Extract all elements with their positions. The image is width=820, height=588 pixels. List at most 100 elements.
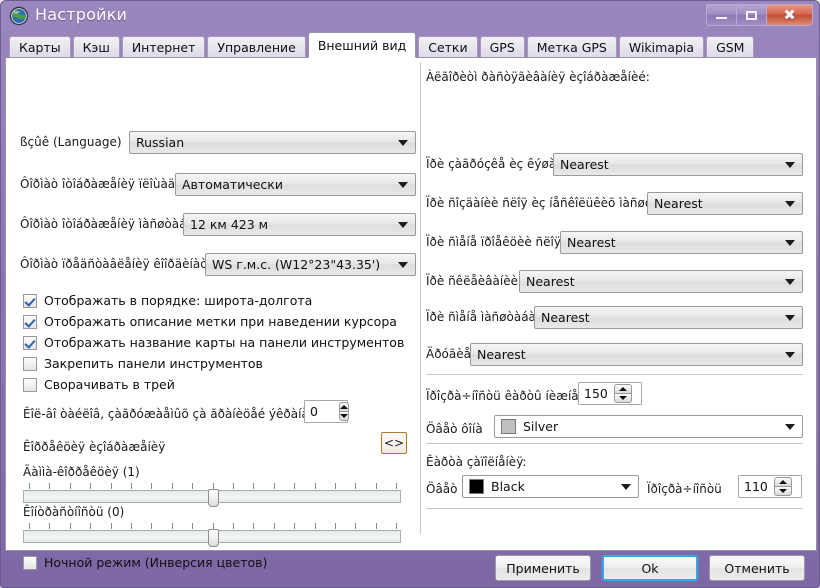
combo-value: Russian [136,135,185,150]
slider-thumb[interactable] [207,489,219,507]
transparency-up-button[interactable] [613,384,632,393]
chevron-down-icon [785,239,795,246]
checkbox-label: Отображать название карты на панели инст… [44,335,405,350]
stretch-combo-0[interactable]: Nearest [553,153,803,176]
tiles-preload-spinner[interactable]: 0 [304,400,349,423]
stretch-combo-2[interactable]: Nearest [560,231,803,254]
maximize-button[interactable] [737,5,767,25]
slider-0[interactable] [23,483,401,507]
triangle-down-icon [618,396,627,400]
combo-2[interactable]: 12 км 423 м [183,213,416,236]
tick-mark [29,523,30,529]
fill-color-label: Öâåò [426,482,458,496]
stretch-combo-5[interactable]: Nearest [470,343,803,366]
tab-label: Управление [217,40,296,55]
tick-mark [335,523,336,529]
tab-gps[interactable]: GPS [479,36,525,58]
checkbox-row-4[interactable]: Сворачивать в трей [23,377,175,392]
tab-сетки[interactable]: Сетки [418,36,478,58]
combo-3[interactable]: WS г.м.с. (W12°23"43.35') [205,253,416,276]
stretch-combo-1[interactable]: Nearest [647,192,803,215]
tab-label: Интернет [131,40,196,55]
chevron-down-icon [785,161,795,168]
tick-mark [131,483,132,489]
tick-mark [192,523,194,529]
stretch-combo-value: Nearest [526,274,575,289]
spinner-up-button[interactable] [339,402,349,411]
stretch-label-2: Ïðè ñìåíå ïðîåêöèè ñëîÿ [426,235,561,249]
chevron-down-icon [398,221,408,228]
cancel-button[interactable]: Отменить [709,555,805,581]
separator-2 [426,443,803,444]
checkbox-row-1[interactable]: Отображать описание метки при наведении … [23,314,397,329]
checkbox-2[interactable] [23,335,37,350]
tab-gsm[interactable]: GSM [706,36,755,58]
fill-alpha-spinner-buttons [773,477,792,496]
tab-интернет[interactable]: Интернет [121,36,206,58]
fill-color-combo[interactable]: Black [462,475,639,498]
fill-alpha-down-button[interactable] [773,486,792,496]
transparency-down-button[interactable] [613,393,632,403]
tab-метка-gps[interactable]: Метка GPS [526,36,617,58]
maximize-icon [746,10,757,20]
minimize-button[interactable] [707,5,737,25]
tick-mark [90,483,92,489]
tick-mark [49,483,51,489]
slider-track[interactable] [23,489,401,507]
background-color-combo[interactable]: Silver [494,415,803,438]
stretch-combo-3[interactable]: Nearest [519,270,803,293]
tick-mark [69,523,71,529]
stretch-combo-4[interactable]: Nearest [534,306,803,329]
combo-1[interactable]: Автоматически [175,173,416,196]
background-color-label: Öâåò ôîíà [426,422,483,436]
combo-0[interactable]: Russian [129,131,416,154]
fill-alpha-spinner[interactable]: 110 [738,475,802,498]
slider-thumb[interactable] [207,529,219,547]
tab-wikimapia[interactable]: Wikimapia [618,36,705,58]
checkbox-row-0[interactable]: Отображать в порядке: широта-долгота [23,293,312,308]
transparency-value: 150 [584,386,608,401]
tick-mark [253,523,255,529]
slider-1[interactable] [23,523,401,547]
fill-alpha-up-button[interactable] [773,477,792,486]
checkbox-3[interactable] [23,356,37,371]
spinner-down-button[interactable] [339,411,349,421]
tick-mark [233,523,234,529]
checkbox-row-2[interactable]: Отображать название карты на панели инст… [23,335,404,350]
left-pane: ßçûê (Language) Russian Ôîðìàò îòîáðàæåíèÿ… [6,58,420,570]
background-color-swatch [501,419,516,434]
tick-mark [171,523,173,529]
window-controls: ✖ [706,4,813,26]
apply-button[interactable]: Применить [495,555,591,581]
stretch-combo-value: Nearest [477,347,526,362]
slider-track[interactable] [23,529,401,547]
checkbox-4[interactable] [23,377,37,392]
tick-mark [151,523,153,529]
transparency-spinner[interactable]: 150 [578,382,642,405]
tab-label: GPS [489,40,515,55]
chevron-down-icon [785,351,795,358]
tick-mark [294,523,296,529]
checkbox-0[interactable] [23,293,37,308]
checkbox-1[interactable] [23,314,37,329]
checkbox-row-3[interactable]: Закрепить панели инструментов [23,356,263,371]
tab-кэш[interactable]: Кэш [72,36,120,58]
background-color-value: Silver [523,419,559,434]
fill-color-value: Black [491,479,525,494]
minimize-icon [716,17,727,19]
tab-внешний-вид[interactable]: Внешний вид [307,32,417,58]
combo-value: Автоматически [182,177,283,192]
tab-управление[interactable]: Управление [207,36,306,58]
tab-label: Внешний вид [317,37,407,53]
stretch-combo-value: Nearest [560,157,609,172]
checkbox-label: Отображать в порядке: широта-долгота [44,293,313,308]
slider-label-1: Êîíòðàñòíîñòü (0) [23,505,125,519]
globe-icon [9,6,29,26]
code-toggle-button[interactable]: <> [381,432,407,454]
ok-button[interactable]: Ok [602,555,698,581]
combo-label-0: ßçûê (Language) [20,135,122,149]
close-button[interactable]: ✖ [767,5,812,25]
tab-карты[interactable]: Карты [9,36,71,58]
chevron-down-icon [621,483,631,490]
tick-mark [233,483,234,489]
